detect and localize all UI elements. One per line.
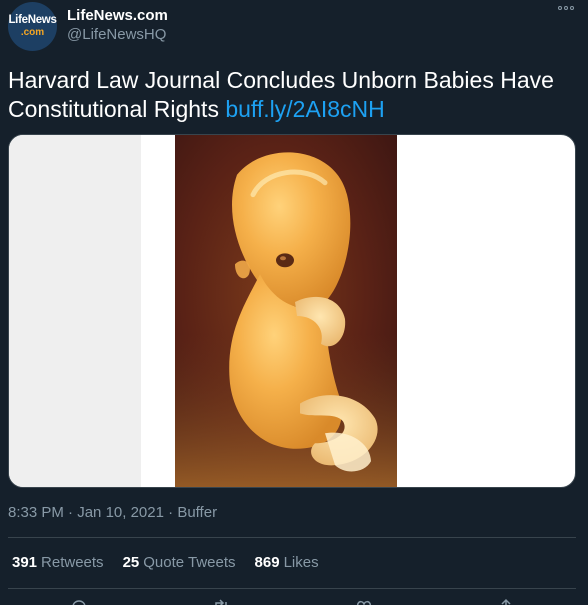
action-bar [0,598,588,605]
tweet-metadata: 8:33 PM · Jan 10, 2021 · Buffer [8,504,217,521]
quote-tweets-stat[interactable]: 25 Quote Tweets [123,554,236,571]
retweets-stat[interactable]: 391 Retweets [12,554,104,571]
tweet-text: Harvard Law Journal Concludes Unborn Bab… [8,66,568,124]
quote-tweets-label: Quote Tweets [143,554,236,571]
retweet-icon[interactable] [212,598,230,605]
author-handle[interactable]: @LifeNewsHQ [67,26,166,43]
tweet-media[interactable] [8,134,576,488]
retweets-count: 391 [12,554,38,571]
likes-label: Likes [283,554,319,571]
quote-tweets-count: 25 [122,554,140,571]
author-display-name[interactable]: LifeNews.com [67,7,168,24]
embryo-photo [175,135,397,487]
divider [8,588,576,589]
tweet-link[interactable]: buff.ly/2AI8cNH [225,96,384,122]
retweets-label: Retweets [41,554,104,571]
likes-count: 869 [254,554,280,571]
likes-stat[interactable]: 869 Likes [255,554,319,571]
like-icon[interactable] [355,598,373,605]
avatar[interactable]: LifeNews .com [8,2,57,51]
engagement-stats: 391 Retweets 25 Quote Tweets 869 Likes [12,554,338,571]
divider [8,537,576,538]
more-options-icon[interactable] [558,6,574,10]
avatar-logo-text: LifeNews [8,14,57,27]
tweet-source[interactable]: Buffer [177,504,217,521]
tweet-date[interactable]: Jan 10, 2021 [77,504,164,521]
tweet: LifeNews .com LifeNews.com @LifeNewsHQ H… [0,0,588,605]
meta-separator: · [163,504,178,521]
media-left-panel [9,135,141,487]
meta-separator: · [63,504,78,521]
share-icon[interactable] [497,598,515,605]
tweet-time[interactable]: 8:33 PM [8,504,64,521]
avatar-logo-suffix: .com [20,26,45,38]
reply-icon[interactable] [70,598,88,605]
